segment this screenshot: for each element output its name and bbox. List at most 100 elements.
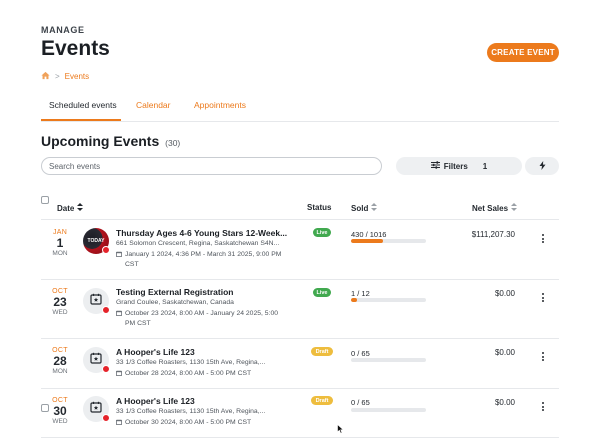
net-sales-column-header[interactable]: Net Sales [472,203,518,213]
sold-count: 1 / 12 [351,289,370,298]
event-title[interactable]: Thursday Ages 4-6 Young Stars 12-Week... [116,228,287,238]
date-month: JAN [52,229,68,236]
sliders-icon [430,161,440,171]
event-time-line1: October 23 2024, 8:00 AM - January 24 20… [125,310,279,317]
active-tab-indicator [41,119,121,121]
sold-progress-bar [351,239,426,243]
date-weekday: WED [52,418,68,425]
breadcrumb-separator: > [55,71,60,81]
tab-calendar[interactable]: Calendar [136,100,171,110]
status-badge: Live [313,228,331,237]
section-title: Upcoming Events (30) [41,133,180,149]
net-sales-value: $0.00 [494,289,515,298]
event-title[interactable]: Testing External Registration [116,287,233,297]
event-time-line2: PM CST [125,320,151,327]
net-sales-value: $111,207.30 [471,230,515,239]
calendar-star-icon [90,292,102,310]
event-address: 33 1/3 Coffee Roasters, 1130 15th Ave, R… [116,408,266,415]
home-icon[interactable] [41,71,50,82]
event-time: January 1 2024, 4:36 PM - March 31 2025,… [116,250,281,270]
event-date: OCT 23 WED [45,288,75,316]
date-weekday: MON [52,368,68,375]
sold-progress-fill [351,298,358,302]
event-date: JAN 1 MON [45,229,75,257]
date-month: OCT [52,347,68,354]
date-header-label: Date [57,203,75,213]
select-all-checkbox[interactable] [41,196,49,204]
sold-progress-bar [351,358,426,362]
row-divider [41,437,559,438]
date-weekday: WED [52,309,68,316]
more-options-icon[interactable] [540,352,546,361]
event-count: (30) [165,138,181,148]
event-date: OCT 30 WED [45,397,75,425]
event-time: October 23 2024, 8:00 AM - January 24 20… [116,309,278,329]
sort-icon [511,203,518,213]
event-address: 661 Solomon Crescent, Regina, Saskatchew… [116,240,280,247]
sold-progress-fill [351,239,383,243]
tab-bar: Scheduled events Calendar Appointments [41,96,559,122]
search-input[interactable]: Search events [41,157,382,175]
sold-column-header[interactable]: Sold [351,203,378,213]
filters-count: 1 [482,161,488,171]
page-eyebrow: MANAGE [41,25,85,35]
event-time: October 30 2024, 8:00 AM - 5:00 PM CST [116,418,251,429]
more-options-icon[interactable] [540,402,546,411]
calendar-icon [116,370,122,380]
tab-scheduled-events[interactable]: Scheduled events [49,100,117,110]
date-day: 1 [56,236,64,250]
calendar-icon [116,419,122,429]
event-title[interactable]: A Hooper's Life 123 [116,347,195,357]
net-sales-value: $0.00 [494,348,515,357]
status-badge: Draft [311,347,333,356]
breadcrumb-current[interactable]: Events [65,72,89,81]
date-day: 23 [53,295,67,309]
more-options-icon[interactable] [540,293,546,302]
event-time-line2: CST [125,261,139,268]
event-address: 33 1/3 Coffee Roasters, 1130 15th Ave, R… [116,359,266,366]
event-title[interactable]: A Hooper's Life 123 [116,396,195,406]
net-sales-value: $0.00 [494,398,515,407]
net-sales-header-label: Net Sales [472,203,509,213]
status-badge: Draft [311,396,333,405]
sold-count: 430 / 1016 [351,230,387,239]
date-column-header[interactable]: Date [57,203,84,213]
date-day: 28 [53,354,67,368]
create-event-button[interactable]: CREATE EVENT [487,43,559,62]
event-time: October 28 2024, 8:00 AM - 5:00 PM CST [116,369,251,380]
calendar-icon [116,310,122,329]
status-dot-icon [102,306,110,314]
calendar-star-icon [90,400,102,418]
status-dot-icon [102,246,110,254]
tab-appointments[interactable]: Appointments [194,100,246,110]
quick-actions-button[interactable] [525,157,559,175]
lightning-icon [539,157,546,175]
section-title-text: Upcoming Events [41,133,160,149]
filters-button[interactable]: Filters 1 [396,157,522,175]
event-time-line1: October 30 2024, 8:00 AM - 5:00 PM CST [125,419,252,426]
header-divider [41,219,559,220]
sold-header-label: Sold [351,203,369,213]
status-column-header: Status [307,203,332,212]
date-weekday: MON [52,250,68,257]
filters-label: Filters [443,161,468,171]
event-date: OCT 28 MON [45,347,75,375]
sort-icon [371,203,378,213]
date-day: 30 [53,404,67,418]
thumbnail-text: TODAY [87,238,105,244]
row-divider [41,279,559,280]
status-dot-icon [102,414,110,422]
row-divider [41,338,559,339]
event-time-line1: January 1 2024, 4:36 PM - March 31 2025,… [125,251,282,258]
sold-progress-bar [351,298,426,302]
status-badge: Live [313,288,331,297]
more-options-icon[interactable] [540,234,546,243]
date-month: OCT [52,397,68,404]
sold-progress-bar [351,408,426,412]
page-title: Events [41,37,110,60]
sold-count: 0 / 65 [351,398,370,407]
date-month: OCT [52,288,68,295]
breadcrumb: > Events [41,71,89,81]
calendar-star-icon [90,351,102,369]
sold-count: 0 / 65 [351,349,370,358]
